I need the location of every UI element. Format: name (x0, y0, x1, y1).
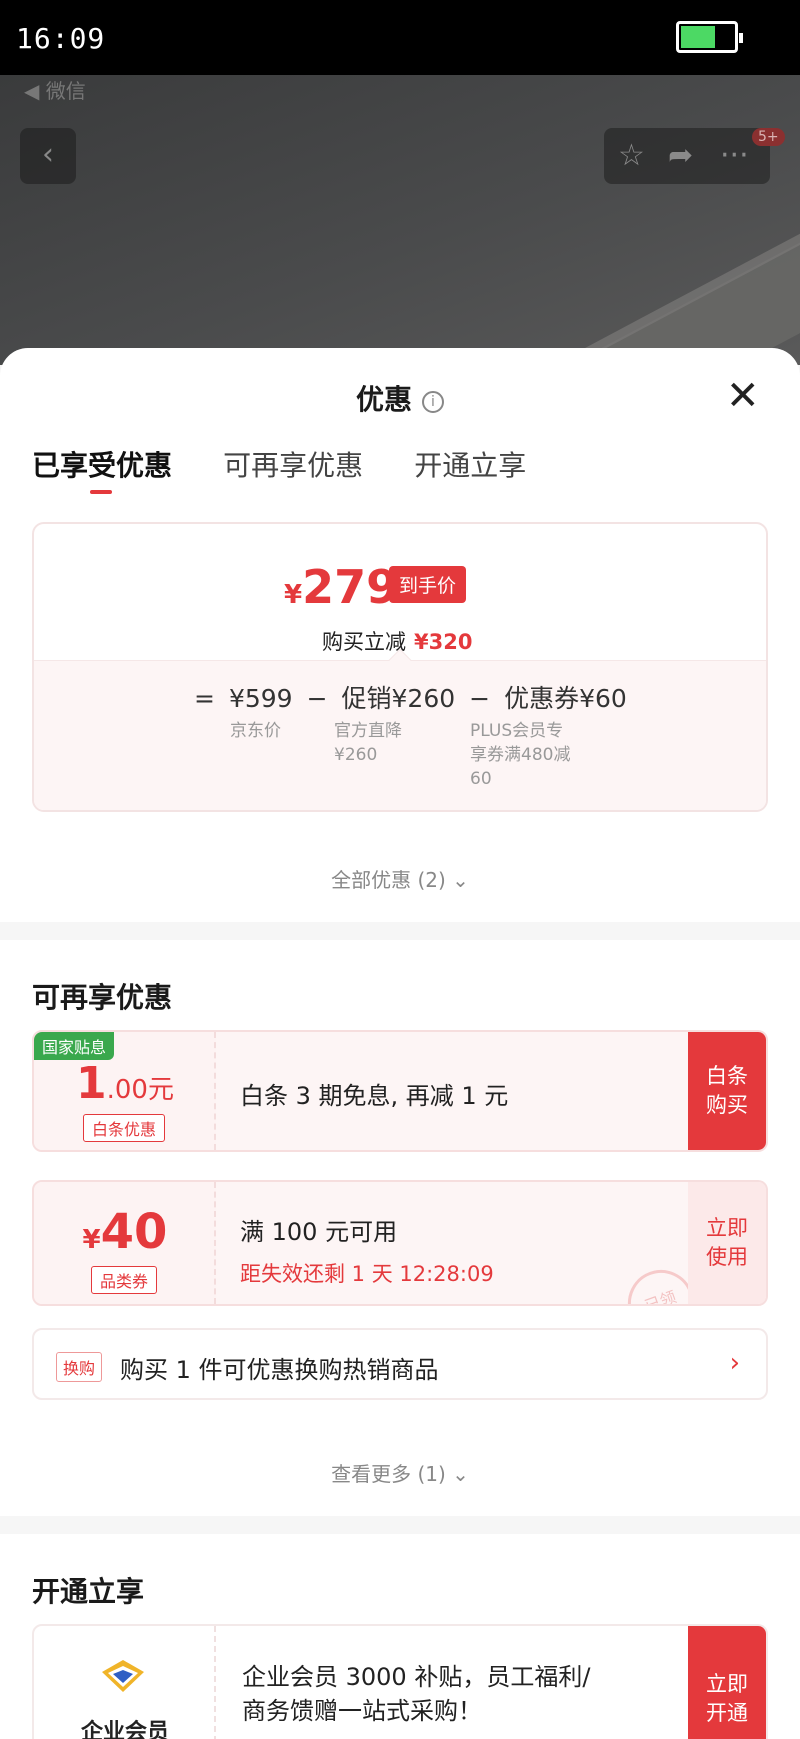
offer-tabs: 已享受优惠 可再享优惠 开通立享 (32, 444, 572, 494)
sheet-title: 优惠 (355, 383, 412, 416)
see-more-toggle[interactable]: 查看更多 (1) ⌄ (0, 1458, 800, 1487)
open-member-button[interactable]: 立即 开通 (688, 1626, 766, 1739)
back-to-wechat[interactable]: ◀ 微信 (24, 75, 86, 104)
baitiao-buy-button[interactable]: 白条 购买 (688, 1032, 766, 1150)
coupon-expire: 距失效还剩 1 天 12:28:09 (240, 1262, 494, 1286)
swap-text: 购买 1 件可优惠换购热销商品 (120, 1356, 439, 1384)
coupon-type-tag: 品类券 (90, 1266, 158, 1294)
enterprise-member-label: 企业会员 (80, 1720, 169, 1739)
baitiao-amount: 1.00元 (76, 1058, 174, 1109)
baitiao-desc: 白条 3 期免息, 再减 1 元 (240, 1082, 509, 1110)
top-actions: ☆ ➦ ··· (604, 128, 770, 184)
final-price: ¥279 (284, 560, 399, 614)
use-coupon-button[interactable]: 立即 使用 (688, 1182, 766, 1304)
product-backdrop: ◀ 微信 ‹ ☆ ➦ ··· 5+ (0, 75, 800, 365)
star-icon[interactable]: ☆ (618, 138, 645, 173)
tab-more[interactable]: 可再享优惠 (223, 444, 363, 484)
open-offers-title: 开通立享 (32, 1575, 145, 1608)
baitiao-type-tag: 白条优惠 (82, 1114, 166, 1142)
enterprise-member-logo-icon (102, 1660, 144, 1692)
coupon-condition: 满 100 元可用 (240, 1218, 398, 1246)
coupon-amount: ¥40 (82, 1204, 168, 1260)
message-badge: 5+ (752, 128, 785, 146)
close-icon[interactable]: ✕ (726, 376, 760, 416)
baitiao-offer-card: 国家贴息 1.00元 白条优惠 白条 3 期免息, 再减 1 元 白条 购买 (32, 1030, 768, 1152)
back-button[interactable]: ‹ (20, 128, 76, 184)
status-bar: 16:09 (0, 0, 800, 75)
final-price-tag: 到手价 (389, 566, 467, 603)
status-time: 16:09 (16, 22, 106, 55)
swap-tag: 换购 (56, 1352, 103, 1382)
chevron-right-icon: › (729, 1348, 740, 1378)
enterprise-member-desc: 企业会员 3000 补贴，员工福利/ 商务馈赠一站式采购！ (242, 1663, 591, 1725)
info-icon[interactable]: i (422, 391, 444, 413)
category-coupon-card: ¥40 品类券 满 100 元可用 距失效还剩 1 天 12:28:09 已领 … (32, 1180, 768, 1306)
all-offers-toggle[interactable]: 全部优惠 (2) ⌄ (0, 864, 800, 893)
divider (0, 1516, 800, 1534)
price-summary-card: ¥279 到手价 购买立减 ¥320 = ¥599− 促销¥260− 优惠券¥60 京东… (32, 522, 768, 812)
swap-offer-row[interactable]: 换购 购买 1 件可优惠换购热销商品 › (32, 1328, 768, 1400)
gov-subsidy-tag: 国家贴息 (34, 1032, 115, 1060)
coupon-caption: PLUS会员专 享券满480减 60 (470, 721, 571, 789)
enterprise-member-card: 企业会员 企业会员 3000 补贴，员工福利/ 商务馈赠一站式采购！ 立即 开通 (32, 1624, 768, 1739)
offers-sheet: 优惠 i ✕ 已享受优惠 可再享优惠 开通立享 ¥279 到手价 购买立减 ¥320… (0, 348, 800, 1739)
battery-icon (676, 21, 743, 53)
tab-open[interactable]: 开通立享 (414, 444, 526, 484)
divider (0, 922, 800, 940)
sheet-title-row: 优惠 i (0, 378, 800, 418)
promo-caption: 官方直降 ¥260 (334, 721, 402, 765)
more-offers-title: 可再享优惠 (32, 981, 173, 1014)
jd-price-caption: 京东价 (230, 721, 281, 741)
share-icon[interactable]: ➦ (668, 138, 693, 173)
tab-enjoyed[interactable]: 已享受优惠 (32, 444, 172, 494)
price-formula: = ¥599− 促销¥260− 优惠券¥60 (194, 684, 627, 713)
more-icon[interactable]: ··· (720, 138, 749, 173)
